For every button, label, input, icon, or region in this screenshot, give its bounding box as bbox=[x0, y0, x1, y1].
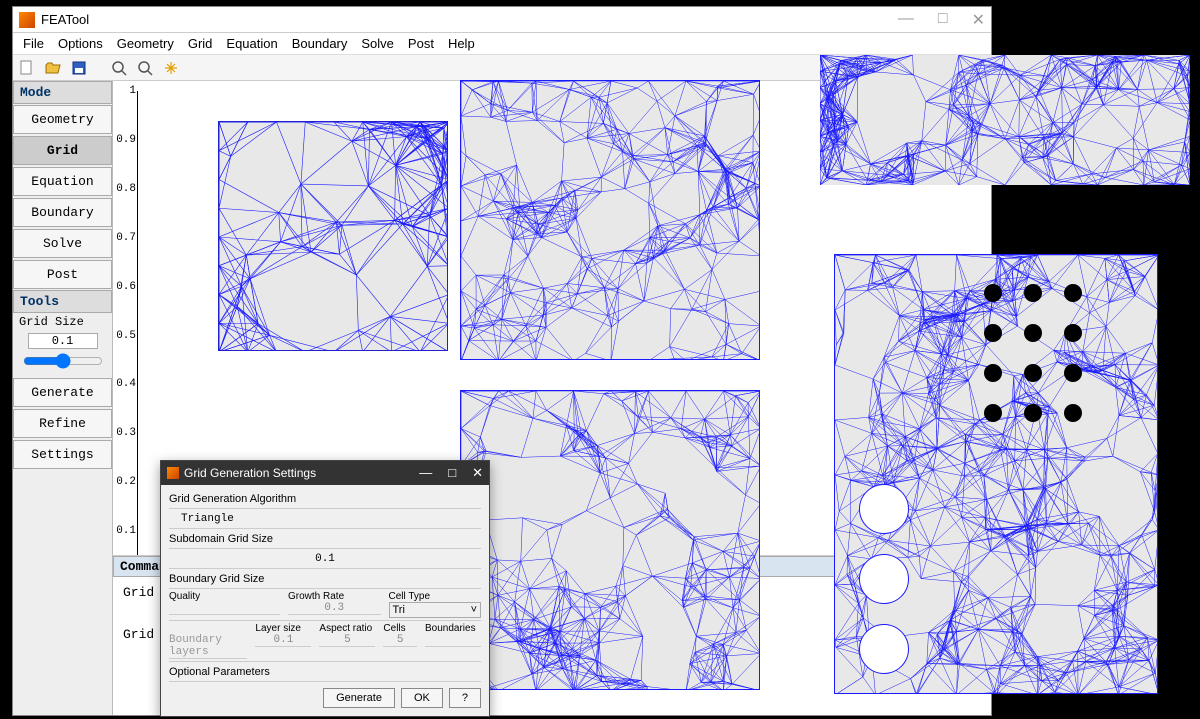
dialog-generate-button[interactable]: Generate bbox=[323, 688, 395, 708]
layersize-value[interactable]: 0.1 bbox=[255, 634, 311, 647]
dialog-titlebar[interactable]: Grid Generation Settings — □ ✕ bbox=[161, 461, 489, 485]
quality-value[interactable] bbox=[169, 602, 280, 615]
menu-grid[interactable]: Grid bbox=[182, 34, 219, 53]
refine-button[interactable]: Refine bbox=[13, 409, 112, 438]
aspectratio-value[interactable]: 5 bbox=[319, 634, 375, 647]
cells-label: Cells bbox=[383, 623, 417, 634]
menu-equation[interactable]: Equation bbox=[220, 34, 283, 53]
mesh-plate bbox=[834, 254, 1158, 694]
ytick-06: 0.6 bbox=[116, 281, 136, 293]
tools-header: Tools bbox=[13, 290, 112, 313]
open-icon[interactable] bbox=[43, 58, 63, 78]
grid-settings-dialog: Grid Generation Settings — □ ✕ Grid Gene… bbox=[160, 460, 490, 717]
menu-solve[interactable]: Solve bbox=[355, 34, 400, 53]
zoom-out-icon[interactable] bbox=[135, 58, 155, 78]
menu-options[interactable]: Options bbox=[52, 34, 109, 53]
ytick-04: 0.4 bbox=[116, 378, 136, 390]
ytick-03: 0.3 bbox=[116, 427, 136, 439]
bnd-label: Boundary Grid Size bbox=[169, 573, 481, 585]
new-icon[interactable] bbox=[17, 58, 37, 78]
mesh-square bbox=[218, 121, 448, 351]
aspectratio-label: Aspect ratio bbox=[319, 623, 375, 634]
subdom-label: Subdomain Grid Size bbox=[169, 533, 481, 545]
menu-post[interactable]: Post bbox=[402, 34, 440, 53]
dialog-logo-icon bbox=[167, 467, 179, 479]
ytick-05: 0.5 bbox=[116, 330, 136, 342]
menu-file[interactable]: File bbox=[17, 34, 50, 53]
dialog-ok-button[interactable]: OK bbox=[401, 688, 443, 708]
menu-help[interactable]: Help bbox=[442, 34, 481, 53]
app-logo-icon bbox=[19, 12, 35, 28]
mode-grid[interactable]: Grid bbox=[13, 136, 112, 165]
mode-equation[interactable]: Equation bbox=[13, 167, 112, 196]
gridsize-label: Grid Size bbox=[13, 313, 112, 331]
gridsize-input[interactable] bbox=[28, 333, 98, 349]
boundaries-value[interactable] bbox=[425, 634, 481, 647]
mode-boundary[interactable]: Boundary bbox=[13, 198, 112, 227]
save-icon[interactable] bbox=[69, 58, 89, 78]
mode-solve[interactable]: Solve bbox=[13, 229, 112, 258]
window-title: FEATool bbox=[41, 12, 89, 27]
quality-label: Quality bbox=[169, 591, 280, 602]
growth-value[interactable]: 0.3 bbox=[288, 602, 381, 615]
mesh-bracket bbox=[460, 80, 760, 360]
ytick-08: 0.8 bbox=[116, 183, 136, 195]
mode-geometry[interactable]: Geometry bbox=[13, 105, 112, 134]
dialog-title: Grid Generation Settings bbox=[184, 466, 316, 480]
menu-geometry[interactable]: Geometry bbox=[111, 34, 180, 53]
mesh-quarter bbox=[460, 390, 760, 690]
mesh-wedge bbox=[820, 55, 1190, 185]
menubar: File Options Geometry Grid Equation Boun… bbox=[13, 33, 991, 55]
algo-value[interactable]: Triangle bbox=[169, 513, 234, 525]
pan-icon[interactable] bbox=[161, 58, 181, 78]
celltype-select[interactable]: Tri˅ bbox=[389, 602, 482, 618]
dialog-close-icon[interactable]: ✕ bbox=[472, 465, 483, 481]
boundary-layers-label: Boundary layers bbox=[169, 634, 247, 659]
zoom-in-icon[interactable] bbox=[109, 58, 129, 78]
ytick-09: 0.9 bbox=[116, 134, 136, 146]
minimize-icon[interactable]: — bbox=[898, 10, 914, 30]
growth-label: Growth Rate bbox=[288, 591, 381, 602]
generate-button[interactable]: Generate bbox=[13, 378, 112, 407]
dialog-maximize-icon[interactable]: □ bbox=[448, 465, 456, 481]
ytick-01: 0.1 bbox=[116, 525, 136, 537]
mode-header: Mode bbox=[13, 81, 112, 104]
cells-value[interactable]: 5 bbox=[383, 634, 417, 647]
dialog-minimize-icon[interactable]: — bbox=[419, 465, 432, 481]
boundaries-label: Boundaries bbox=[425, 623, 481, 634]
settings-button[interactable]: Settings bbox=[13, 440, 112, 469]
sidebar: Mode Geometry Grid Equation Boundary Sol… bbox=[13, 81, 113, 715]
subdom-value[interactable]: 0.1 bbox=[315, 553, 335, 565]
ytick-1: 1 bbox=[116, 85, 136, 97]
optional-params-label: Optional Parameters bbox=[169, 666, 481, 678]
close-icon[interactable]: ✕ bbox=[972, 10, 985, 30]
menu-boundary[interactable]: Boundary bbox=[286, 34, 354, 53]
dialog-help-button[interactable]: ? bbox=[449, 688, 481, 708]
celltype-label: Cell Type bbox=[389, 591, 482, 602]
ytick-02: 0.2 bbox=[116, 476, 136, 488]
layersize-label: Layer size bbox=[255, 623, 311, 634]
chevron-down-icon: ˅ bbox=[471, 604, 477, 616]
algo-label: Grid Generation Algorithm bbox=[169, 493, 481, 505]
gridsize-slider[interactable] bbox=[23, 353, 103, 369]
titlebar[interactable]: FEATool — □ ✕ bbox=[13, 7, 991, 33]
mode-post[interactable]: Post bbox=[13, 260, 112, 289]
maximize-icon[interactable]: □ bbox=[938, 10, 948, 30]
ytick-07: 0.7 bbox=[116, 232, 136, 244]
